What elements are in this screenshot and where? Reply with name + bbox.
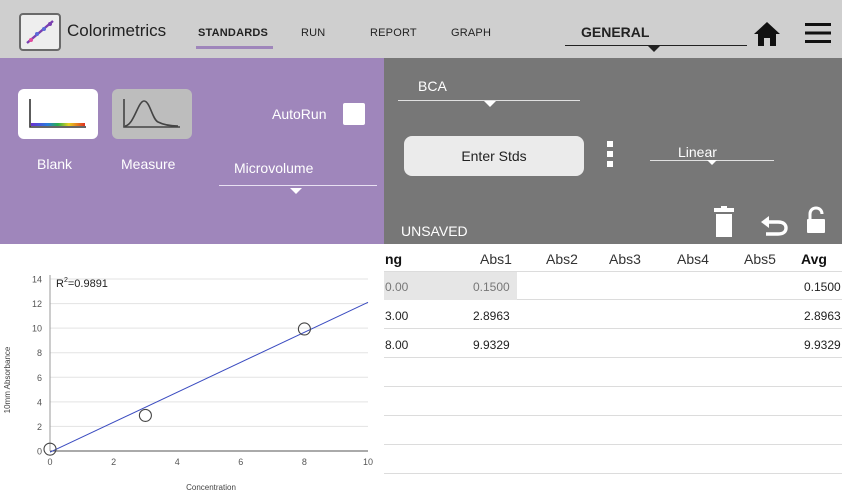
mode-dropdown-label: GENERAL bbox=[581, 24, 650, 40]
cell-ng[interactable]: 3.00 bbox=[385, 309, 408, 323]
table-row-empty[interactable] bbox=[384, 417, 842, 445]
tab-standards[interactable]: STANDARDS bbox=[198, 27, 268, 39]
cell-avg: 9.9329 bbox=[804, 338, 841, 352]
column-header-abs1[interactable]: Abs1 bbox=[480, 251, 512, 267]
lock-icon[interactable] bbox=[805, 206, 827, 234]
measure-label: Measure bbox=[121, 156, 176, 172]
undo-icon[interactable] bbox=[760, 212, 788, 236]
mode-dropdown[interactable]: GENERAL bbox=[565, 22, 747, 46]
x-tick-label: 2 bbox=[111, 457, 116, 467]
app-logo-icon[interactable] bbox=[19, 13, 61, 51]
y-tick-label: 12 bbox=[32, 299, 42, 309]
table-row[interactable]: 0.00 0.1500 0.1500 bbox=[384, 272, 842, 300]
cell-avg: 0.1500 bbox=[804, 280, 841, 294]
x-tick-label: 0 bbox=[47, 457, 52, 467]
y-tick-label: 8 bbox=[37, 348, 42, 358]
y-tick-label: 2 bbox=[37, 422, 42, 432]
trash-icon[interactable] bbox=[713, 206, 735, 237]
curve-fit-dropdown[interactable]: Linear bbox=[650, 144, 774, 161]
y-tick-label: 14 bbox=[32, 275, 42, 285]
measure-button[interactable] bbox=[112, 89, 192, 139]
column-header-abs2[interactable]: Abs2 bbox=[546, 251, 578, 267]
cell-abs1[interactable]: 0.1500 bbox=[473, 280, 510, 294]
menu-icon[interactable] bbox=[805, 22, 831, 44]
chevron-down-icon bbox=[648, 46, 660, 52]
chevron-down-icon bbox=[290, 188, 302, 194]
column-header-avg[interactable]: Avg bbox=[801, 251, 827, 267]
spectrum-flat-icon bbox=[29, 99, 86, 128]
data-point bbox=[297, 322, 311, 336]
sample-type-value: Microvolume bbox=[234, 160, 314, 176]
sample-type-dropdown[interactable]: Microvolume bbox=[219, 160, 377, 186]
column-header-abs4[interactable]: Abs4 bbox=[677, 251, 709, 267]
autorun-checkbox[interactable] bbox=[343, 103, 365, 125]
chart-grid bbox=[50, 278, 368, 427]
blank-label: Blank bbox=[37, 156, 73, 172]
cell-avg: 2.8963 bbox=[804, 309, 841, 323]
autorun-label: AutoRun bbox=[272, 106, 327, 122]
table-row-empty[interactable] bbox=[384, 388, 842, 416]
data-point bbox=[138, 408, 152, 422]
tab-report[interactable]: REPORT bbox=[370, 27, 417, 39]
curve-fit-value: Linear bbox=[678, 144, 717, 160]
app-title: Colorimetrics bbox=[67, 21, 167, 40]
y-tick-label: 0 bbox=[37, 447, 42, 457]
table-row[interactable]: 8.00 9.9329 9.9329 bbox=[384, 330, 842, 358]
active-tab-indicator bbox=[196, 46, 273, 49]
top-bar: Colorimetrics STANDARDS RUN REPORT GRAPH… bbox=[0, 0, 842, 58]
more-options-icon[interactable] bbox=[605, 141, 615, 173]
table-row-empty[interactable] bbox=[384, 359, 842, 387]
cell-ng[interactable]: 8.00 bbox=[385, 338, 408, 352]
y-tick-label: 6 bbox=[37, 373, 42, 383]
standard-curve-svg: 0 2 4 6 8 10 12 14 0 2 4 6 8 10 R2=0.9891 Concentrati… bbox=[3, 275, 373, 493]
x-tick-label: 8 bbox=[302, 457, 307, 467]
tab-run[interactable]: RUN bbox=[301, 27, 325, 39]
cell-abs1[interactable]: 9.9329 bbox=[473, 338, 510, 352]
x-axis-label: Concentration bbox=[186, 483, 236, 492]
spectrum-peak-icon bbox=[123, 99, 180, 128]
chart-points bbox=[43, 322, 311, 456]
tab-graph[interactable]: GRAPH bbox=[451, 27, 491, 39]
standard-curve-chart: 0 2 4 6 8 10 12 14 0 2 4 6 8 10 R2=0.9891 Concentrati… bbox=[0, 244, 384, 496]
enter-stds-button[interactable]: Enter Stds bbox=[404, 136, 584, 176]
x-tick-label: 6 bbox=[238, 457, 243, 467]
measurement-panel bbox=[0, 58, 384, 244]
save-status: UNSAVED bbox=[401, 223, 468, 239]
blank-button[interactable] bbox=[18, 89, 98, 139]
chevron-down-icon bbox=[484, 101, 496, 107]
y-tick-label: 10 bbox=[32, 324, 42, 334]
home-icon[interactable] bbox=[753, 21, 781, 47]
x-tick-label: 4 bbox=[175, 457, 180, 467]
table-row-empty[interactable] bbox=[384, 446, 842, 474]
assay-dropdown[interactable]: BCA bbox=[398, 78, 580, 101]
table-row[interactable]: 3.00 2.8963 2.8963 bbox=[384, 301, 842, 329]
x-tick-label: 10 bbox=[363, 457, 373, 467]
column-header-ng[interactable]: ng bbox=[385, 251, 402, 267]
chart-axes bbox=[49, 275, 368, 452]
assay-name: BCA bbox=[418, 78, 447, 94]
column-header-abs5[interactable]: Abs5 bbox=[744, 251, 776, 267]
chevron-down-icon bbox=[707, 160, 717, 165]
y-tick-label: 4 bbox=[37, 397, 42, 407]
app-root: Colorimetrics STANDARDS RUN REPORT GRAPH… bbox=[0, 0, 842, 496]
cell-ng[interactable]: 0.00 bbox=[385, 280, 408, 294]
y-axis-label: 10mm Absorbance bbox=[3, 346, 12, 413]
r-squared-label: R2=0.9891 bbox=[56, 277, 108, 290]
standards-table: ng Abs1 Abs2 Abs3 Abs4 Abs5 Avg 0.00 0.1… bbox=[384, 244, 842, 496]
cell-abs1[interactable]: 2.8963 bbox=[473, 309, 510, 323]
column-header-abs3[interactable]: Abs3 bbox=[609, 251, 641, 267]
